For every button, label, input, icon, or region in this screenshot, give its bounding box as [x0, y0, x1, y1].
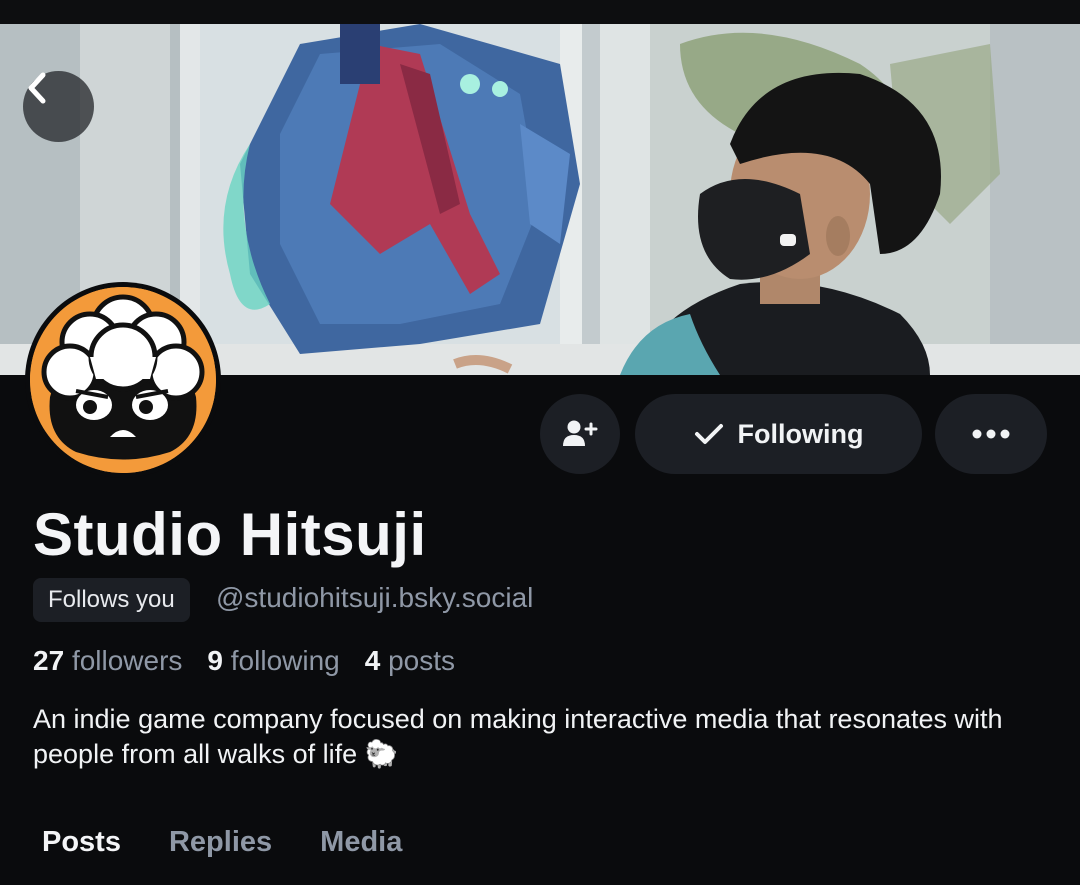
posts-label: posts	[388, 645, 456, 676]
status-bar	[0, 0, 1080, 24]
avatar-image	[30, 287, 216, 473]
display-name: Studio Hitsuji	[33, 501, 427, 568]
profile-bio: An indie game company focused on making …	[33, 704, 1003, 769]
followers-stat[interactable]: 27 followers	[33, 645, 182, 677]
tab-media[interactable]: Media	[320, 826, 402, 859]
follows-you-badge: Follows you	[33, 578, 190, 622]
add-to-list-button[interactable]	[540, 394, 620, 474]
more-icon	[972, 429, 1010, 439]
followers-label: followers	[71, 645, 183, 676]
profile-screen: Following Studio Hitsuji Follows you @st…	[0, 0, 1080, 885]
following-button-label: Following	[737, 418, 864, 449]
avatar[interactable]	[25, 282, 221, 478]
sheep-logo-icon	[30, 287, 216, 473]
following-count: 9	[207, 645, 223, 676]
profile-tabs: Posts Replies Media	[42, 826, 402, 859]
chevron-left-icon	[28, 72, 46, 104]
profile-stats: 27 followers 9 following 4 posts	[33, 645, 455, 677]
posts-stat: 4 posts	[365, 645, 455, 677]
following-button[interactable]: Following	[635, 394, 922, 474]
more-options-button[interactable]	[935, 394, 1047, 474]
back-button[interactable]	[23, 71, 94, 142]
tab-posts[interactable]: Posts	[42, 826, 121, 859]
following-label: following	[230, 645, 340, 676]
followers-count: 27	[33, 645, 65, 676]
check-icon	[694, 424, 723, 444]
profile-handle: @studiohitsuji.bsky.social	[216, 582, 534, 613]
person-add-icon	[563, 420, 598, 446]
posts-count: 4	[364, 645, 381, 676]
following-stat[interactable]: 9 following	[207, 645, 339, 677]
tab-replies[interactable]: Replies	[169, 826, 272, 859]
